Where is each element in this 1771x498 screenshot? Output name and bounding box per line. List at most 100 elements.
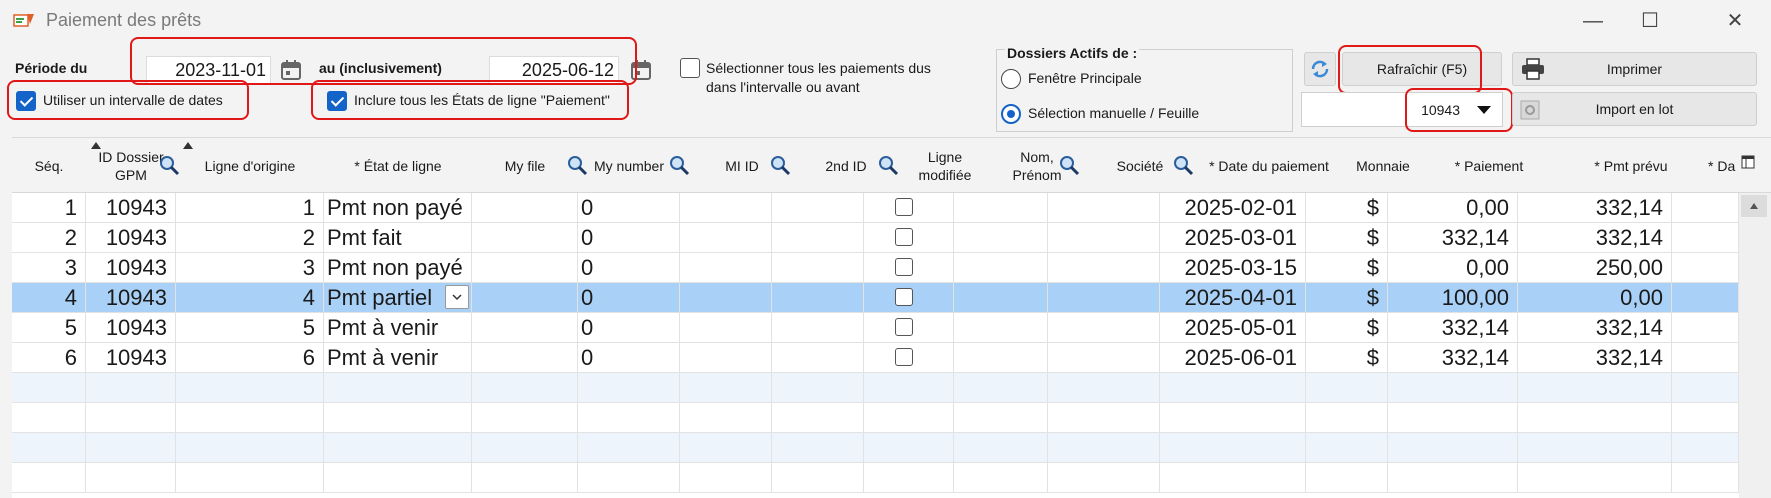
table-cell[interactable] [680,433,772,462]
table-cell[interactable] [1388,433,1518,462]
col-my-file[interactable]: My file [472,138,578,193]
table-cell[interactable] [1048,373,1160,402]
etat-dropdown-button[interactable] [445,285,469,309]
table-row[interactable]: 2 10943 2 Pmt fait 0 2025-03-01 $332,14 332,14 [12,223,1739,253]
table-cell[interactable]: 2025-03-15 [1160,253,1306,282]
table-cell[interactable] [1048,433,1160,462]
table-cell[interactable] [176,463,324,492]
print-button[interactable]: Imprimer [1512,52,1757,86]
table-cell[interactable] [1160,463,1306,492]
table-cell[interactable] [324,463,472,492]
table-cell[interactable]: 250,00 [1518,253,1672,282]
table-cell[interactable]: 10943 [86,313,176,342]
col-date-paiement[interactable]: * Date du paiement [1196,138,1342,193]
table-cell[interactable] [472,463,578,492]
table-cell[interactable]: Pmt à venir [324,343,472,372]
search-icon[interactable] [769,154,791,176]
table-cell[interactable] [578,433,680,462]
table-cell[interactable] [1048,283,1160,312]
table-cell[interactable] [1160,403,1306,432]
table-cell[interactable] [1518,403,1672,432]
table-cell[interactable] [86,463,176,492]
payments-grid[interactable]: Séq. ID Dossier GPM Ligne d'origine * Éta… [12,137,1771,498]
table-cell[interactable] [1306,403,1388,432]
ligne-modifiee-checkbox[interactable] [895,348,913,366]
table-cell[interactable] [954,223,1048,252]
table-cell[interactable] [578,373,680,402]
table-cell[interactable] [1672,223,1739,252]
table-cell[interactable] [954,313,1048,342]
table-cell[interactable] [1518,433,1672,462]
table-cell[interactable] [1048,313,1160,342]
table-cell[interactable] [1672,313,1739,342]
table-cell[interactable] [772,373,864,402]
table-cell[interactable] [1048,463,1160,492]
table-cell[interactable] [1160,373,1306,402]
table-cell[interactable] [472,433,578,462]
date-to-field[interactable]: 2025-06-12 [489,56,619,84]
table-cell[interactable] [12,463,86,492]
table-cell[interactable]: 332,14 [1518,223,1672,252]
table-cell[interactable] [1048,253,1160,282]
table-cell[interactable] [1306,433,1388,462]
maximize-button[interactable]: ☐ [1625,6,1675,36]
table-cell[interactable] [954,283,1048,312]
ligne-modifiee-checkbox[interactable] [895,318,913,336]
table-cell[interactable] [772,463,864,492]
table-cell[interactable] [176,433,324,462]
table-cell[interactable]: 0 [578,253,680,282]
table-cell[interactable] [1048,193,1160,222]
table-cell[interactable]: 6 [176,343,324,372]
table-cell[interactable]: 10943 [86,253,176,282]
table-cell[interactable] [1518,373,1672,402]
column-chooser-icon[interactable] [1741,155,1755,169]
table-cell[interactable] [772,223,864,252]
table-row[interactable]: 4 10943 4 Pmt partiel 0 2025-04-01 $100,00 0,00 [12,283,1739,313]
table-cell[interactable]: 332,14 [1518,313,1672,342]
table-cell[interactable] [772,403,864,432]
search-icon[interactable] [1172,154,1194,176]
table-cell[interactable] [680,283,772,312]
table-cell[interactable]: Pmt fait [324,223,472,252]
table-cell[interactable] [324,403,472,432]
table-cell[interactable]: 4 [12,283,86,312]
table-cell[interactable] [1388,403,1518,432]
table-cell[interactable] [324,373,472,402]
table-cell[interactable] [472,343,578,372]
table-cell[interactable] [680,373,772,402]
table-cell[interactable] [680,463,772,492]
table-cell[interactable] [954,253,1048,282]
table-cell[interactable] [864,193,954,222]
table-cell[interactable] [864,253,954,282]
table-cell[interactable] [578,403,680,432]
empty-row[interactable] [12,403,1739,433]
table-cell[interactable] [1672,283,1739,312]
table-cell[interactable] [1672,343,1739,372]
table-row[interactable]: 6 10943 6 Pmt à venir 0 2025-06-01 $332,14 332,… [12,343,1739,373]
table-cell[interactable]: $ [1306,313,1388,342]
table-cell[interactable]: 3 [12,253,86,282]
include-states-checkbox[interactable] [327,91,347,111]
refresh-button[interactable]: Rafraîchir (F5) [1342,52,1502,86]
empty-row[interactable] [12,373,1739,403]
table-cell[interactable] [954,373,1048,402]
search-icon[interactable] [1058,154,1080,176]
ligne-modifiee-checkbox[interactable] [895,288,913,306]
table-cell[interactable] [472,403,578,432]
dossier-select[interactable]: 10943 [1301,92,1503,127]
table-cell[interactable]: 3 [176,253,324,282]
table-cell[interactable]: 2025-05-01 [1160,313,1306,342]
col-ligne-modifiee[interactable]: Ligne modifiée [900,138,990,193]
table-row[interactable]: 1 10943 1 Pmt non payé 0 2025-02-01 $0,00 332,1… [12,193,1739,223]
table-cell[interactable]: 2 [176,223,324,252]
table-cell[interactable]: 0 [578,193,680,222]
table-cell[interactable]: 2025-03-01 [1160,223,1306,252]
col-etat[interactable]: * État de ligne [324,138,472,193]
table-cell[interactable]: $ [1306,223,1388,252]
table-cell[interactable] [864,433,954,462]
table-cell[interactable]: 5 [176,313,324,342]
vertical-scrollbar[interactable] [1739,193,1771,498]
table-cell[interactable]: 0 [578,223,680,252]
table-cell[interactable]: 0,00 [1518,283,1672,312]
table-cell[interactable] [864,283,954,312]
